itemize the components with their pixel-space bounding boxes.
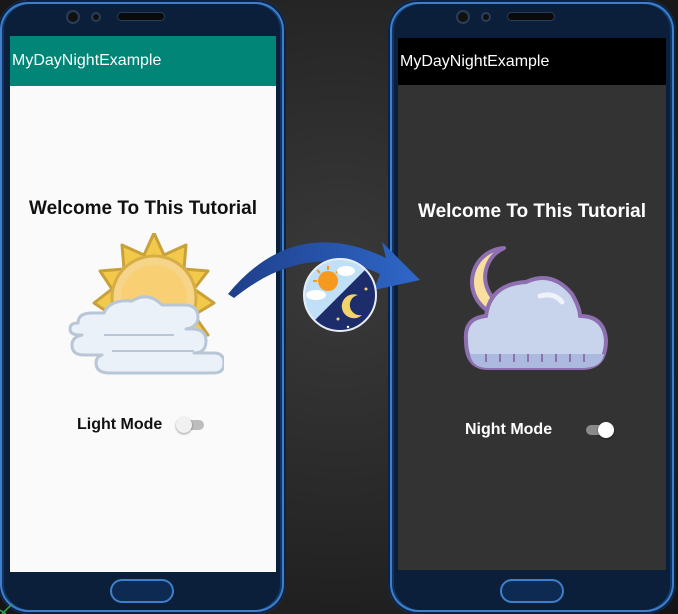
earpiece-speaker xyxy=(508,13,554,20)
home-button[interactable] xyxy=(110,579,174,603)
day-night-icon xyxy=(303,258,377,332)
earpiece-speaker xyxy=(118,13,164,20)
sun-behind-cloud-icon xyxy=(68,233,224,375)
night-mode-row: Night Mode xyxy=(465,421,615,439)
home-button[interactable] xyxy=(500,579,564,603)
switch-thumb xyxy=(176,417,193,433)
sensor xyxy=(483,14,489,20)
page-heading: Welcome To This Tutorial xyxy=(28,198,258,219)
light-mode-switch[interactable] xyxy=(176,417,206,433)
light-mode-row: Light Mode xyxy=(77,416,206,434)
app-bar: MyDayNightExample xyxy=(398,38,666,85)
app-bar: MyDayNightExample xyxy=(10,36,276,86)
front-camera xyxy=(458,12,468,22)
app-title: MyDayNightExample xyxy=(400,52,550,70)
moon-behind-cloud-icon xyxy=(463,246,608,370)
screen-dark: MyDayNightExample Welcome To This Tutori… xyxy=(398,38,666,570)
app-title: MyDayNightExample xyxy=(12,52,162,69)
night-mode-label: Night Mode xyxy=(465,421,553,438)
phone-night-mode: MyDayNightExample Welcome To This Tutori… xyxy=(388,0,676,614)
night-mode-switch[interactable] xyxy=(584,422,615,438)
sensor xyxy=(93,14,99,20)
page-heading: Welcome To This Tutorial xyxy=(417,201,647,222)
switch-thumb xyxy=(598,422,615,438)
corner-decoration xyxy=(0,603,13,614)
front-camera xyxy=(68,12,78,22)
light-mode-label: Light Mode xyxy=(77,416,163,433)
